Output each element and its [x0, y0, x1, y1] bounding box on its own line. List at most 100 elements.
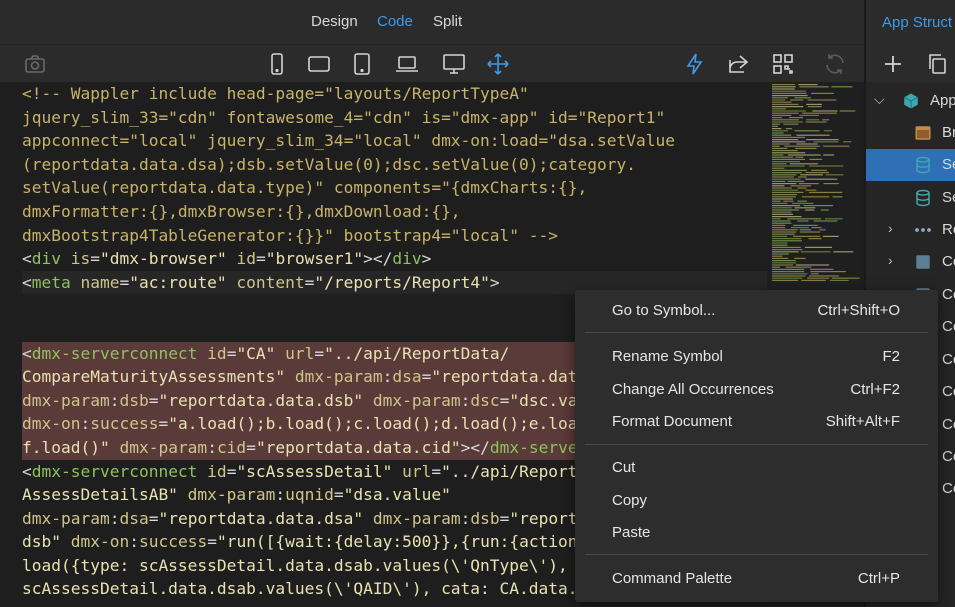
code-token: dmx-param	[22, 508, 110, 528]
minimap-line	[772, 224, 786, 226]
minimap-line	[772, 139, 799, 141]
menu-item-cut[interactable]: Cut	[575, 454, 938, 482]
chevron-down-icon[interactable]: ⌵	[874, 91, 885, 108]
tree-item[interactable]: › Co	[866, 246, 955, 278]
code-token: :	[460, 508, 471, 528]
menu-item-paste[interactable]: Paste	[575, 519, 938, 547]
copy-icon[interactable]	[924, 51, 950, 77]
minimap-line	[772, 165, 805, 167]
minimap-line	[823, 145, 850, 147]
menu-separator	[585, 332, 928, 333]
tablet-landscape-icon[interactable]	[306, 51, 332, 77]
code-token: appconnect="local" jquery_slim_34="local…	[22, 131, 675, 151]
database-icon	[914, 156, 932, 174]
minimap-line	[813, 220, 838, 222]
minimap-line	[772, 244, 788, 246]
menu-item-rename-symbol[interactable]: Rename Symbol F2	[575, 343, 938, 371]
chevron-right-icon[interactable]: ›	[888, 220, 893, 236]
menu-item-change-all-occurrences[interactable]: Change All Occurrences Ctrl+F2	[575, 376, 938, 404]
minimap-line	[772, 222, 792, 224]
minimap-line	[823, 235, 839, 237]
minimap-line	[792, 202, 814, 204]
minimap-line	[808, 238, 822, 240]
desktop-view-icon[interactable]	[441, 51, 467, 77]
minimap-line	[772, 158, 805, 160]
minimap-line	[804, 246, 832, 248]
code-token: dsa	[392, 367, 422, 387]
tree-item[interactable]: › Re	[866, 214, 955, 246]
code-token: >	[489, 272, 500, 292]
code-token: "CA"	[236, 343, 276, 363]
minimap-line	[807, 277, 830, 279]
tree-item[interactable]: Br	[866, 117, 955, 149]
minimap-line	[772, 174, 797, 176]
code-line[interactable]: dmxFormatter:{},dmxBrowser:{},dmxDownloa…	[22, 200, 767, 224]
code-line[interactable]: jquery_slim_33="cdn" fontawesome_4="cdn"…	[22, 106, 767, 130]
tree-item[interactable]: ⌵ App	[866, 85, 955, 117]
minimap-line	[843, 141, 852, 143]
minimap-line	[799, 114, 819, 116]
minimap-line	[772, 255, 783, 257]
code-token: dmx-on	[60, 532, 130, 552]
minimap-line	[772, 86, 796, 88]
code-token: :	[109, 390, 120, 410]
minimap-line	[805, 172, 829, 174]
minimap-line	[812, 110, 838, 112]
code-token: setValue(reportdata.data.type)" componen…	[22, 178, 588, 198]
code-line[interactable]: <!-- Wappler include head-page="layouts/…	[22, 82, 767, 106]
minimap-line	[772, 262, 797, 264]
code-line[interactable]: (reportdata.data.dsa);dsb.setValue(0);ds…	[22, 153, 767, 177]
refresh-icon[interactable]	[822, 51, 848, 77]
minimap-line	[829, 279, 849, 281]
code-token: dmx-param	[22, 390, 110, 410]
design-tab[interactable]: Design	[311, 13, 358, 30]
code-tab[interactable]: Code	[377, 13, 413, 30]
minimap-line	[772, 191, 804, 193]
lightning-icon[interactable]	[682, 51, 708, 77]
minimap[interactable]	[770, 82, 862, 282]
minimap-line	[772, 227, 786, 229]
phone-view-icon[interactable]	[264, 51, 290, 77]
menu-item-command-palette[interactable]: Command Palette Ctrl+P	[575, 565, 938, 593]
code-line[interactable]: appconnect="local" jquery_slim_34="local…	[22, 129, 767, 153]
code-token: =	[119, 272, 130, 292]
code-token: id	[197, 461, 227, 481]
tree-item[interactable]: Se	[866, 182, 955, 214]
minimap-line	[810, 273, 819, 275]
code-token: div	[392, 249, 422, 269]
panel-title[interactable]: App Struct	[882, 14, 952, 31]
menu-separator	[585, 444, 928, 445]
minimap-line	[795, 147, 817, 149]
tree-item-label: Co	[942, 383, 955, 400]
minimap-line	[772, 143, 790, 145]
tree-item[interactable]: Se	[866, 149, 955, 181]
code-line[interactable]: setValue(reportdata.data.type)" componen…	[22, 176, 767, 200]
tree-item-label: Co	[942, 286, 955, 303]
camera-icon[interactable]	[22, 51, 48, 77]
code-token: "../api/ReportData/	[324, 343, 510, 363]
qr-code-icon[interactable]	[770, 51, 796, 77]
minimap-line	[800, 251, 831, 253]
minimap-line	[772, 260, 796, 262]
minimap-line	[772, 231, 797, 233]
code-token: =	[90, 249, 100, 269]
code-line[interactable]: <div is="dmx-browser" id="browser1"></di…	[22, 247, 767, 271]
split-tab[interactable]: Split	[433, 13, 462, 30]
move-arrows-icon[interactable]	[485, 51, 511, 77]
share-icon[interactable]	[725, 51, 751, 77]
menu-item-go-to-symbol[interactable]: Go to Symbol... Ctrl+Shift+O	[575, 297, 938, 325]
panel-toolbar	[866, 45, 955, 82]
menu-item-copy[interactable]: Copy	[575, 487, 938, 515]
tablet-portrait-icon[interactable]	[349, 51, 375, 77]
minimap-line	[807, 106, 822, 108]
add-icon[interactable]	[880, 51, 906, 77]
menu-item-format-document[interactable]: Format Document Shift+Alt+F	[575, 408, 938, 436]
minimap-line	[772, 180, 786, 182]
minimap-line	[798, 84, 818, 86]
minimap-line	[823, 130, 833, 132]
minimap-line	[803, 205, 834, 207]
code-token: f.load()"	[22, 437, 110, 457]
laptop-view-icon[interactable]	[394, 51, 420, 77]
code-line[interactable]: dmxBootstrap4TableGenerator:{}}" bootstr…	[22, 224, 767, 248]
chevron-right-icon[interactable]: ›	[888, 252, 893, 268]
